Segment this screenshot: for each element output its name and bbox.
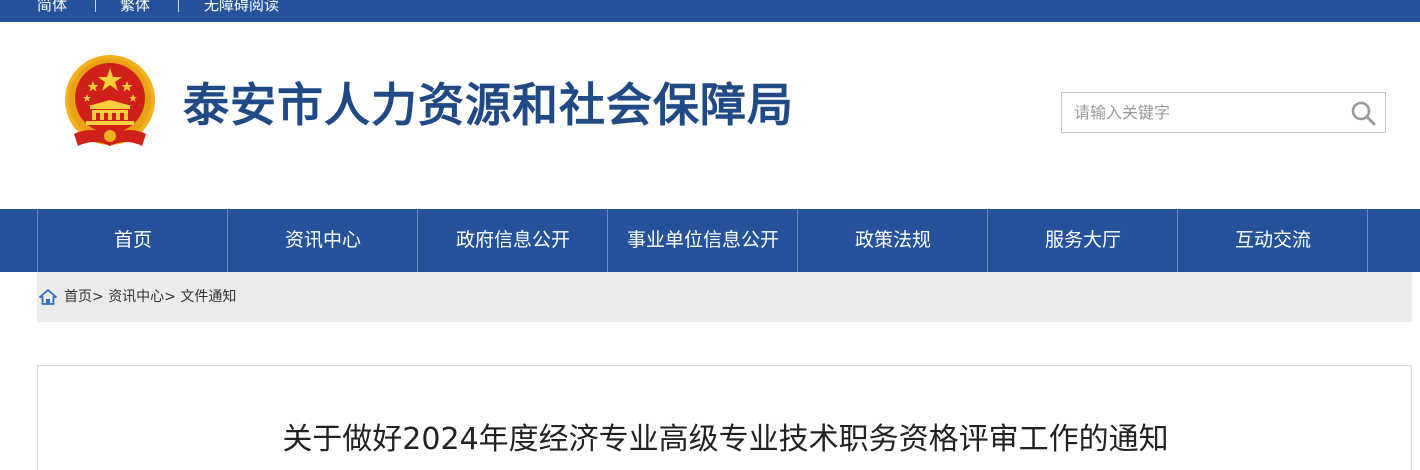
nav-item-gov-info-disclosure[interactable]: 政府信息公开	[418, 209, 608, 272]
site-header: 泰安市人力资源和社会保障局	[0, 22, 1420, 209]
breadcrumb-separator: >	[164, 289, 176, 305]
article-container: 关于做好2024年度经济专业高级专业技术职务资格评审工作的通知	[37, 365, 1412, 470]
breadcrumb: 首页> 资讯中心> 文件通知	[37, 272, 1412, 322]
breadcrumb-file-notice-link[interactable]: 文件通知	[180, 289, 236, 305]
breadcrumb-home-link[interactable]: 首页	[64, 289, 92, 305]
topbar-separator	[95, 0, 96, 12]
nav-item-home[interactable]: 首页	[38, 209, 228, 272]
search-box	[1061, 92, 1386, 133]
nav-item-policies-regulations[interactable]: 政策法规	[798, 209, 988, 272]
nav-divider	[1367, 209, 1368, 272]
search-input[interactable]	[1062, 93, 1342, 132]
nav-item-institution-info-disclosure[interactable]: 事业单位信息公开	[608, 209, 798, 272]
topbar-separator	[178, 0, 179, 12]
breadcrumb-news-center-link[interactable]: 资讯中心	[108, 289, 164, 305]
home-icon	[39, 289, 57, 305]
nav-item-interaction[interactable]: 互动交流	[1178, 209, 1368, 272]
article-title: 关于做好2024年度经济专业高级专业技术职务资格评审工作的通知	[282, 422, 1169, 457]
search-icon[interactable]	[1349, 99, 1377, 127]
traditional-chinese-link[interactable]: 繁体	[120, 0, 150, 16]
accessibility-reading-link[interactable]: 无障碍阅读	[204, 0, 279, 16]
national-emblem-icon[interactable]	[60, 54, 160, 154]
nav-item-news-center[interactable]: 资讯中心	[228, 209, 418, 272]
site-title[interactable]: 泰安市人力资源和社会保障局	[183, 74, 794, 136]
simplified-chinese-link[interactable]: 简体	[37, 0, 67, 16]
breadcrumb-trail: 首页> 资讯中心> 文件通知	[64, 272, 236, 322]
top-utility-bar: 简体 繁体 无障碍阅读	[0, 0, 1420, 22]
nav-item-service-hall[interactable]: 服务大厅	[988, 209, 1178, 272]
main-navigation: 首页 资讯中心 政府信息公开 事业单位信息公开 政策法规 服务大厅 互动交流	[0, 209, 1420, 272]
breadcrumb-separator: >	[92, 289, 104, 305]
